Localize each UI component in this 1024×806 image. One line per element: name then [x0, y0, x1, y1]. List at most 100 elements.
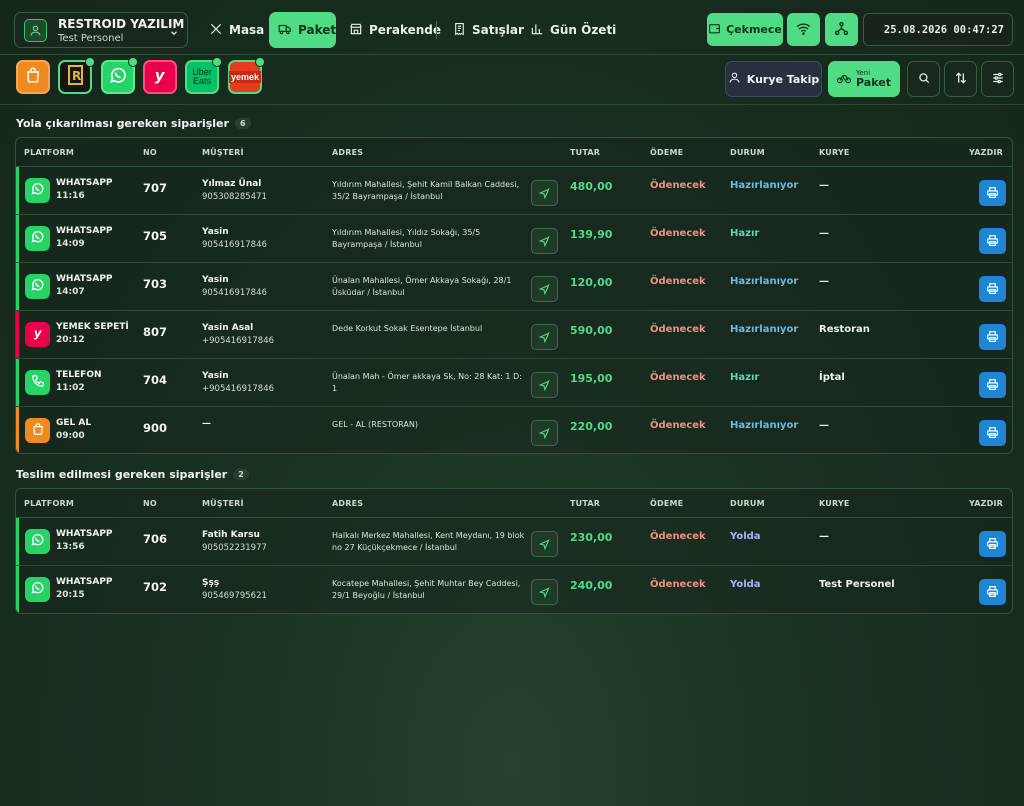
print-button[interactable]	[979, 276, 1006, 302]
print-button[interactable]	[979, 531, 1006, 557]
nav-label: Satışlar	[472, 23, 524, 37]
printer-icon	[986, 232, 999, 251]
print-button[interactable]	[979, 324, 1006, 350]
printer-icon	[986, 424, 999, 443]
col-payment: ÖDEME	[650, 499, 684, 508]
filter-button[interactable]	[981, 61, 1014, 97]
navigation-arrow-icon	[538, 184, 550, 203]
user-role: Test Personel	[58, 33, 124, 44]
navigation-arrow-icon	[538, 280, 550, 299]
platform-color-bar	[16, 263, 19, 310]
whatsapp-icon	[108, 65, 128, 89]
payment-status: Ödenecek	[650, 180, 706, 191]
top-bar: RESTROID YAZILIM Test Personel Masa Pake…	[0, 0, 1024, 55]
shopping-bag-icon	[24, 66, 42, 88]
table-row: GEL AL 09:00 900 — GEL - AL (RESTORAN) 220,00…	[16, 407, 1012, 453]
courier-tracking-label: Kurye Takip	[746, 72, 820, 86]
nav-satislar[interactable]: Satışlar	[444, 12, 533, 48]
table-row: WHATSAPP 14:07 703 Yasin 905416917846 Ünalan …	[16, 263, 1012, 311]
print-button[interactable]	[979, 579, 1006, 605]
nav-gun-ozeti[interactable]: Gün Özeti	[521, 12, 625, 48]
order-amount: 590,00	[570, 324, 613, 337]
order-status: Hazırlanıyor	[730, 180, 799, 191]
navigate-button[interactable]	[531, 180, 558, 206]
platform-whatsapp[interactable]	[101, 57, 138, 94]
print-button[interactable]	[979, 180, 1006, 206]
order-number: 705	[143, 229, 168, 243]
nav-paket[interactable]: Paket	[269, 12, 336, 48]
svg-text:y: y	[33, 326, 42, 340]
order-time: 13:56	[56, 542, 85, 552]
navigate-button[interactable]	[531, 276, 558, 302]
platform-yemek[interactable]: yemek	[228, 57, 265, 94]
order-time: 20:15	[56, 590, 85, 600]
table-row: TELEFON 11:02 704 Yasin +905416917846 Ünalan …	[16, 359, 1012, 407]
address-text: Kocatepe Mahallesi, Şehit Muhtar Bey Cad…	[332, 579, 521, 600]
new-package-button[interactable]: Yeni Paket	[828, 61, 900, 97]
navigate-button[interactable]	[531, 420, 558, 446]
navigate-button[interactable]	[531, 531, 558, 557]
platform-color-bar	[16, 215, 19, 262]
order-amount: 195,00	[570, 372, 613, 385]
nav-masa[interactable]: Masa	[200, 12, 273, 48]
customer-phone: +905416917846	[202, 384, 275, 394]
customer-name: Yasin	[202, 227, 229, 237]
sort-button[interactable]	[944, 61, 977, 97]
platform-color-bar	[16, 359, 19, 406]
sliders-icon	[991, 70, 1005, 89]
wallet-icon	[708, 22, 721, 38]
order-amount: 240,00	[570, 579, 613, 592]
platform-yemeksepeti[interactable]: y	[143, 60, 177, 94]
navigate-button[interactable]	[531, 228, 558, 254]
navigate-button[interactable]	[531, 372, 558, 398]
nav-perakende[interactable]: Perakende	[340, 12, 450, 48]
printer-icon	[986, 376, 999, 395]
customer-phone: 905416917846	[202, 240, 267, 250]
nav-label: Perakende	[369, 23, 442, 37]
shopping-bag-icon	[31, 421, 45, 440]
courier-tracking-button[interactable]: Kurye Takip	[725, 61, 822, 97]
order-amount: 230,00	[570, 531, 613, 544]
navigate-button[interactable]	[531, 324, 558, 350]
printer-icon	[986, 583, 999, 602]
platform-uber-eats[interactable]: Uber Eats	[185, 57, 222, 94]
navigate-button[interactable]	[531, 579, 558, 605]
order-amount: 480,00	[570, 180, 613, 193]
section-count-badge: 2	[233, 469, 249, 480]
brand-selector[interactable]: RESTROID YAZILIM Test Personel	[14, 12, 188, 48]
print-button[interactable]	[979, 228, 1006, 254]
status-dot	[128, 57, 138, 67]
platform-badge	[25, 418, 50, 443]
drawer-button[interactable]: Çekmece	[707, 13, 783, 46]
print-button[interactable]	[979, 372, 1006, 398]
col-platform: PLATFORM	[24, 148, 74, 157]
customer-phone: 905052231977	[202, 543, 267, 553]
search-button[interactable]	[907, 61, 940, 97]
section-title-text: Teslim edilmesi gereken siparişler	[16, 468, 228, 481]
whatsapp-icon	[30, 229, 45, 248]
network-button[interactable]	[825, 13, 858, 46]
print-button[interactable]	[979, 420, 1006, 446]
address-text: Ünalan Mahallesi, Ömer Akkaya Sokağı, 28…	[332, 276, 512, 297]
platform-badge	[25, 274, 50, 299]
drawer-label: Çekmece	[726, 23, 782, 36]
printer-icon	[986, 280, 999, 299]
payment-status: Ödenecek	[650, 228, 706, 239]
address-text: Yıldırım Mahallesi, Şehit Kamil Balkan C…	[332, 180, 519, 201]
order-number: 703	[143, 277, 168, 291]
sort-icon	[954, 70, 968, 89]
order-status: Hazırlanıyor	[730, 276, 799, 287]
customer-name: —	[202, 419, 211, 429]
navigation-arrow-icon	[538, 232, 550, 251]
order-status: Hazırlanıyor	[730, 420, 799, 431]
datetime-display: 25.08.2026 00:47:27	[863, 13, 1013, 46]
platform-gel-al[interactable]	[16, 60, 50, 94]
platform-name: WHATSAPP	[56, 577, 113, 587]
payment-status: Ödenecek	[650, 531, 706, 542]
orders-to-deliver-table: PLATFORM NO MÜŞTERİ ADRES TUTAR ÖDEME DU…	[15, 488, 1013, 614]
customer-name: Yasin	[202, 371, 229, 381]
wifi-button[interactable]	[787, 13, 820, 46]
utensils-icon	[209, 22, 223, 39]
order-time: 11:02	[56, 383, 85, 393]
platform-restroid-app[interactable]: R	[58, 57, 95, 94]
